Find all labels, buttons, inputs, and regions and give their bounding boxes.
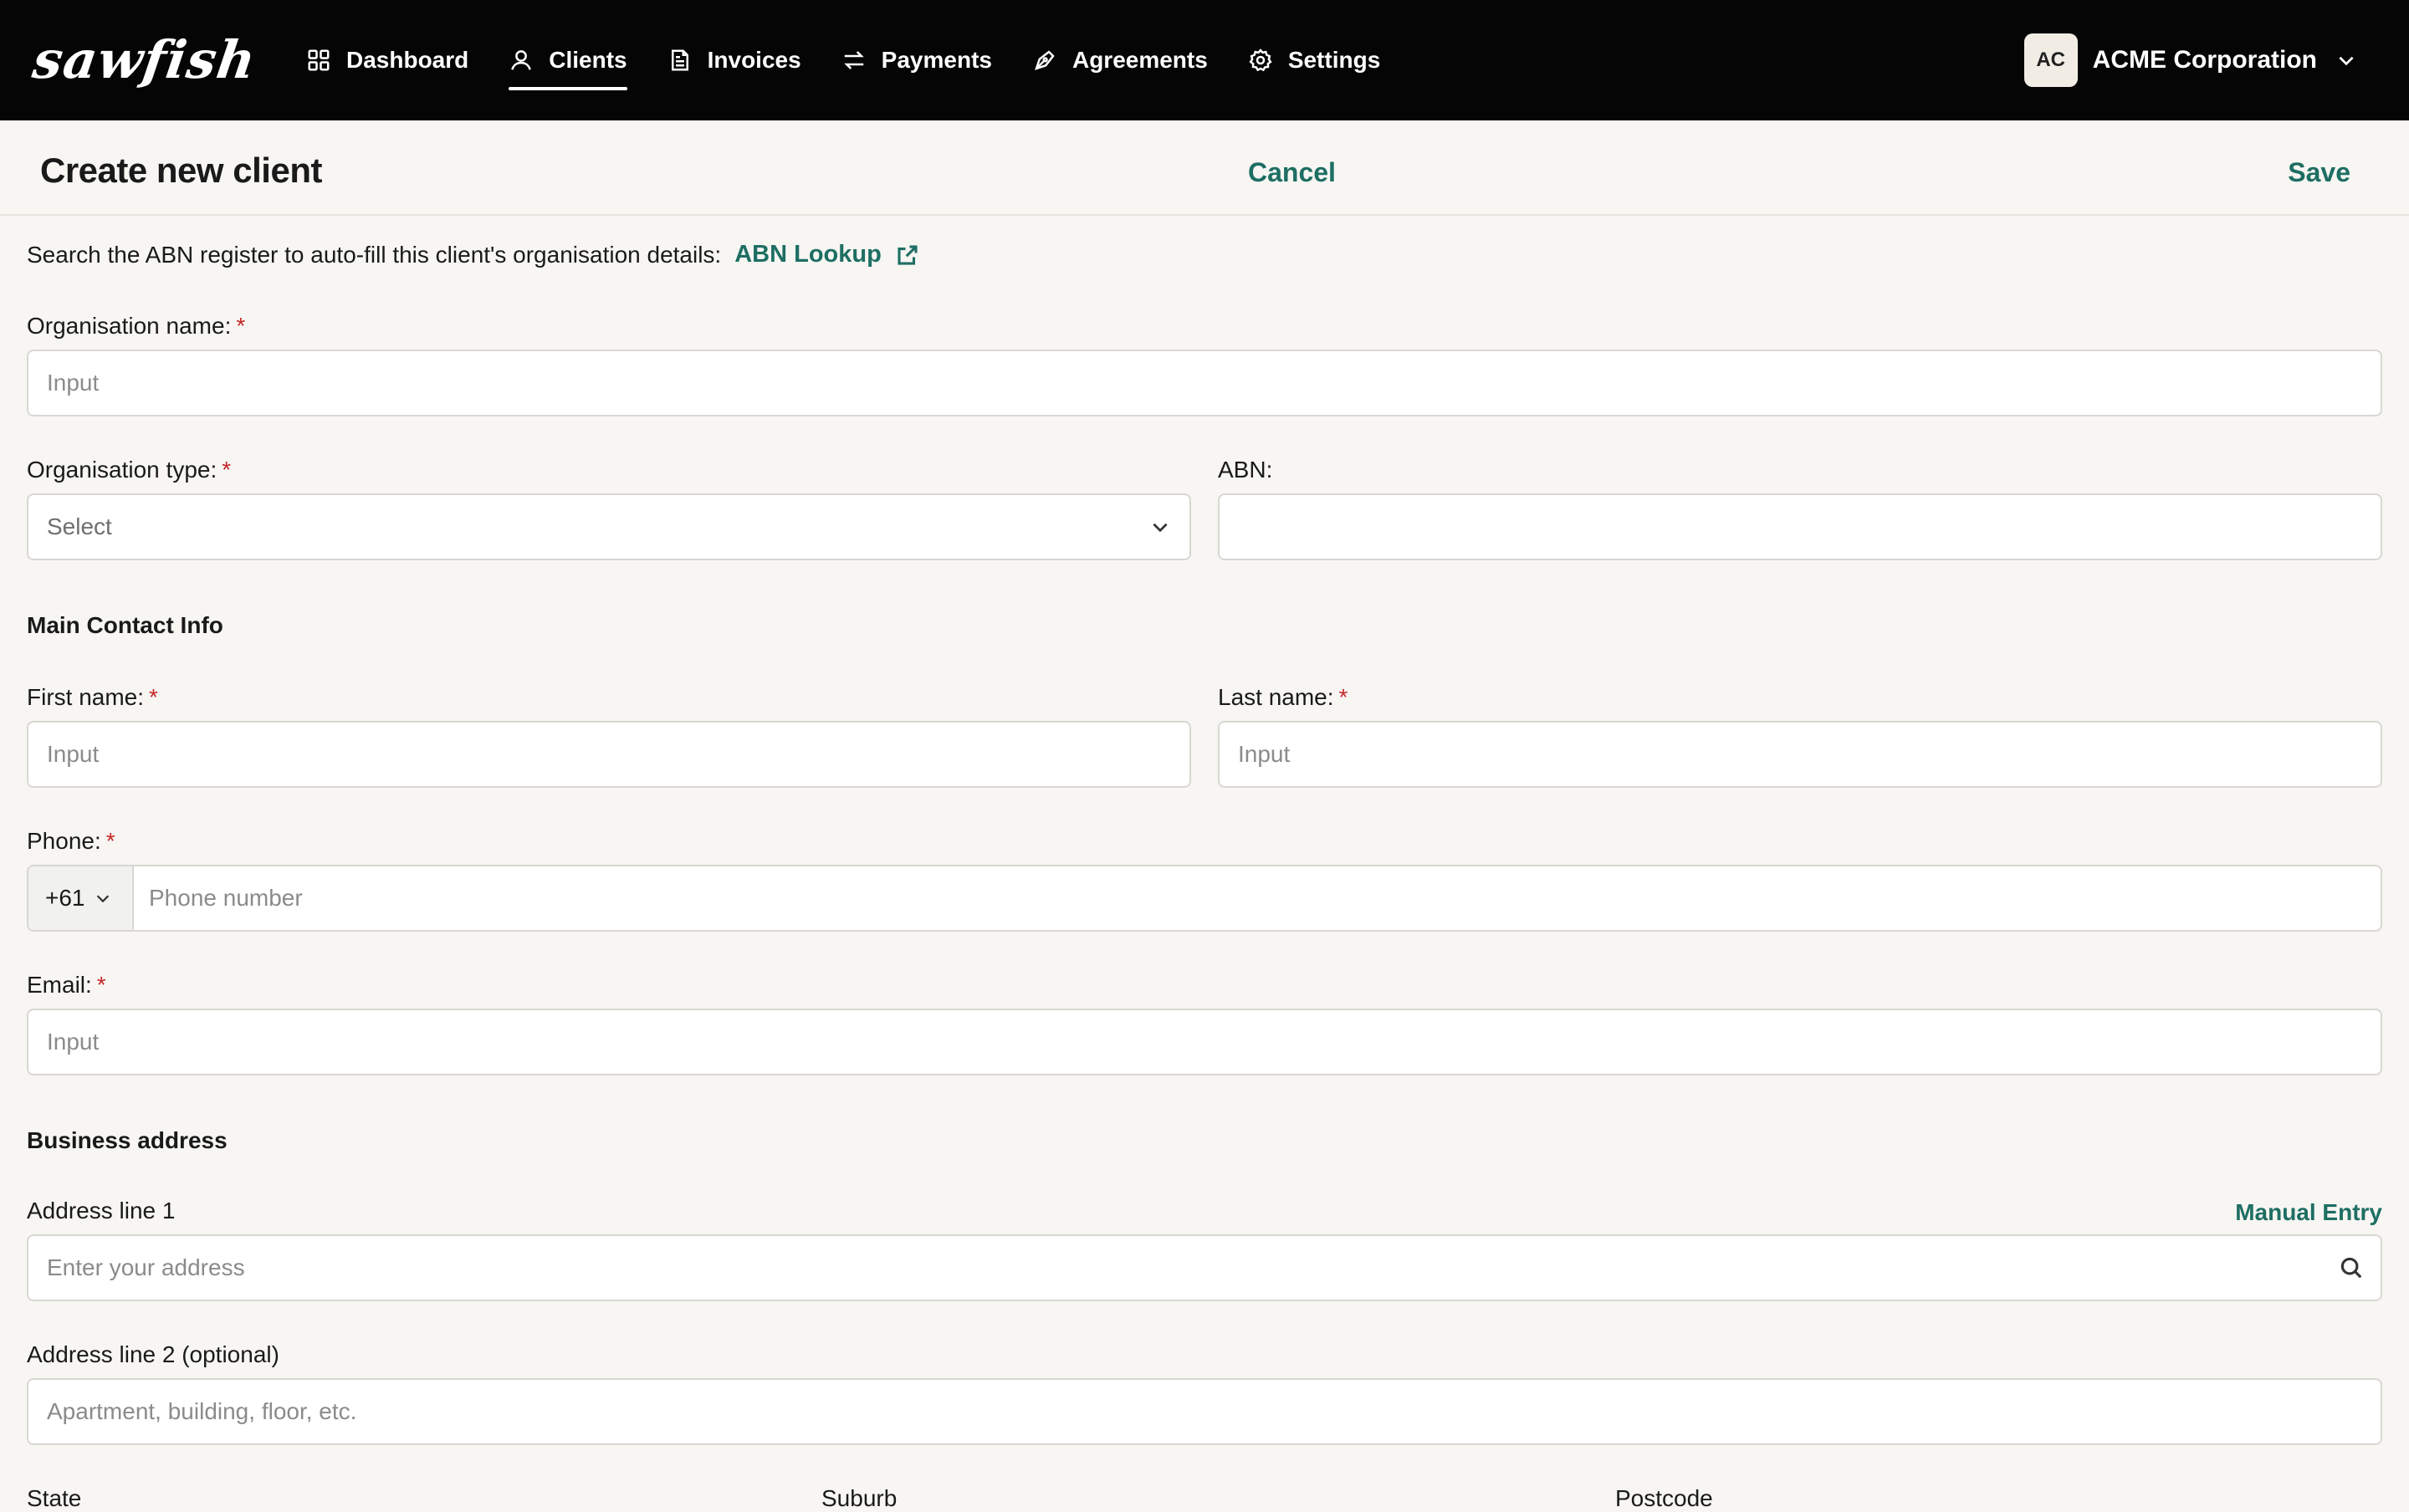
abn-label-text: ABN:: [1218, 457, 1273, 483]
required-marker: *: [222, 457, 232, 483]
address-search: [27, 1234, 2382, 1301]
email-label-text: Email:: [27, 972, 92, 998]
grid-icon: [308, 49, 330, 71]
required-marker: *: [96, 972, 106, 998]
nav-item-label: Settings: [1287, 47, 1381, 73]
avatar: AC: [2023, 33, 2078, 87]
org-type-selected: Select: [47, 513, 112, 539]
sawfish-logo[interactable]: sawfish: [29, 29, 260, 90]
last-name-label-text: Last name:: [1218, 684, 1334, 710]
country-code-select[interactable]: +61: [28, 866, 134, 930]
gear-icon: [1249, 49, 1272, 72]
nav-item-label: Agreements: [1072, 47, 1208, 73]
suburb-label: Suburb: [821, 1485, 898, 1511]
page-header: Create new client Cancel Save: [0, 120, 2409, 216]
arrows-swap-icon: [843, 51, 864, 69]
chevron-down-icon: [2339, 56, 2354, 66]
org-name-input[interactable]: [27, 350, 2382, 416]
nav-item-label: Payments: [881, 47, 992, 73]
account-switcher[interactable]: AC ACME Corporation: [2023, 33, 2357, 87]
nav-item-settings[interactable]: Settings: [1248, 0, 1380, 120]
chevron-down-icon: [96, 895, 109, 903]
top-navigation-bar: sawfish Dashboard Clients Invoices Payme…: [0, 0, 2409, 120]
user-icon: [511, 50, 532, 70]
pen-icon: [1034, 50, 1055, 70]
first-name-label: First name: *: [27, 684, 158, 711]
address2-label: Address line 2 (optional): [27, 1341, 279, 1367]
address1-label: Address line 1: [27, 1198, 176, 1223]
country-code-value: +61: [45, 885, 85, 911]
nav-item-invoices[interactable]: Invoices: [667, 0, 801, 120]
required-marker: *: [236, 313, 246, 339]
org-type-label: Organisation type: *: [27, 457, 231, 483]
last-name-label: Last name: *: [1218, 684, 1348, 711]
business-address-title: Business address: [27, 1127, 228, 1153]
org-name-label: Organisation name: *: [27, 313, 245, 340]
abn-hint-text: Search the ABN register to auto-fill thi…: [27, 241, 722, 268]
nav-item-payments[interactable]: Payments: [841, 0, 992, 120]
first-name-input[interactable]: [27, 721, 1191, 788]
email-input[interactable]: [27, 1009, 2382, 1075]
postcode-label: Postcode: [1615, 1485, 1713, 1511]
address-line1-input[interactable]: [27, 1234, 2382, 1301]
account-name: ACME Corporation: [2092, 46, 2317, 74]
invoice-icon: [671, 49, 688, 71]
phone-label: Phone: *: [27, 828, 115, 855]
abn-label: ABN:: [1218, 457, 1272, 483]
last-name-input[interactable]: [1218, 721, 2382, 788]
save-button[interactable]: Save: [2288, 157, 2350, 188]
abn-lookup-link[interactable]: ABN Lookup: [734, 241, 920, 268]
page-title: Create new client: [40, 151, 322, 190]
nav-item-label: Clients: [549, 47, 627, 73]
org-type-select[interactable]: Select: [27, 493, 1191, 560]
phone-label-text: Phone:: [27, 828, 101, 854]
manual-entry-link[interactable]: Manual Entry: [2235, 1199, 2382, 1226]
phone-number-input[interactable]: [134, 866, 2381, 930]
search-icon: [2340, 1257, 2362, 1279]
address-line2-input[interactable]: [27, 1378, 2382, 1445]
nav-item-agreements[interactable]: Agreements: [1032, 0, 1208, 120]
abn-lookup-label: ABN Lookup: [734, 241, 882, 268]
phone-field: +61: [27, 865, 2382, 932]
chevron-down-icon: [1153, 523, 1168, 533]
email-label: Email: *: [27, 972, 106, 999]
org-type-label-text: Organisation type:: [27, 457, 217, 483]
nav-item-dashboard[interactable]: Dashboard: [306, 0, 468, 120]
main-nav: Dashboard Clients Invoices Payments Agre…: [306, 0, 1420, 120]
required-marker: *: [1338, 684, 1348, 710]
main-contact-title: Main Contact Info: [27, 612, 223, 638]
nav-item-clients[interactable]: Clients: [509, 0, 627, 120]
abn-hint: Search the ABN register to auto-fill thi…: [27, 241, 920, 268]
external-link-icon: [898, 244, 918, 265]
required-marker: *: [105, 828, 115, 854]
first-name-label-text: First name:: [27, 684, 145, 710]
required-marker: *: [149, 684, 158, 710]
abn-input[interactable]: [1218, 493, 2382, 560]
cancel-button[interactable]: Cancel: [1248, 157, 1336, 188]
state-label: State: [27, 1485, 82, 1511]
nav-item-label: Dashboard: [346, 47, 469, 73]
nav-item-label: Invoices: [707, 47, 801, 73]
org-name-label-text: Organisation name:: [27, 313, 232, 339]
